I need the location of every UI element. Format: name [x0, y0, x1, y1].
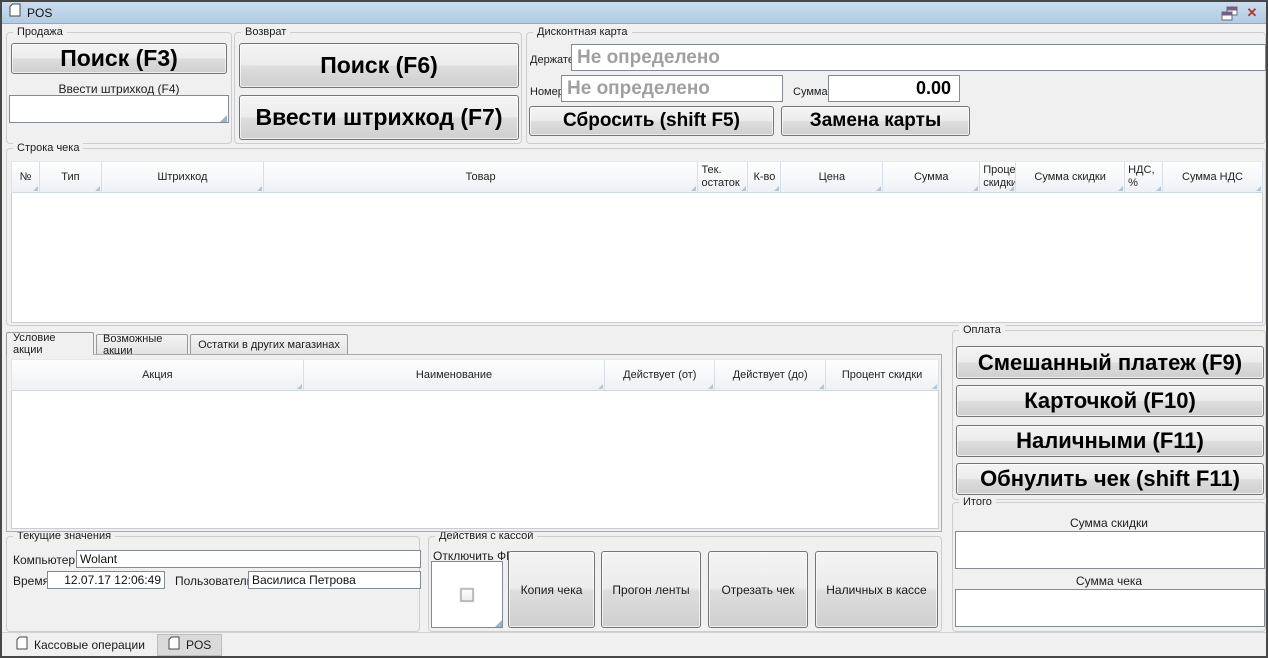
group-current-values: Текущие значения Компьютер Wolant Время …	[6, 536, 420, 632]
tab-other-store-stock[interactable]: Остатки в других магазинах	[190, 334, 348, 354]
group-totals-label: Итого	[959, 495, 996, 510]
col-sum[interactable]: Сумма	[883, 161, 980, 193]
col-quantity[interactable]: К-во	[748, 161, 781, 193]
group-cash-actions: Действия с кассой Отключить ФР Копия чек…	[428, 536, 942, 632]
tab-pos[interactable]: POS	[157, 634, 222, 656]
discount-sum-field	[955, 531, 1265, 569]
void-receipt-button[interactable]: Обнулить чек (shift F11)	[956, 463, 1264, 495]
disable-fr-panel	[431, 561, 503, 628]
group-receipt-lines: Строка чека № Тип Штрихкод Товар Тек. ос…	[6, 148, 1266, 326]
group-sale-label: Продажа	[13, 25, 67, 40]
resize-grip-icon[interactable]	[220, 115, 227, 122]
card-reset-button[interactable]: Сбросить (shift F5)	[529, 106, 774, 136]
card-replace-button[interactable]: Замена карты	[781, 106, 970, 136]
card-amount-field[interactable]: 0.00	[828, 75, 960, 102]
col-vat-sum[interactable]: Сумма НДС	[1163, 161, 1263, 193]
col-barcode[interactable]: Штрихкод	[102, 161, 264, 193]
col-current-stock[interactable]: Тек. остаток	[698, 161, 748, 193]
refund-search-f6-button[interactable]: Поиск (F6)	[239, 43, 519, 88]
group-sale: Продажа Поиск (F3) Ввести штрихкод (F4)	[6, 32, 232, 144]
col-promo[interactable]: Акция	[12, 359, 304, 391]
user-field[interactable]: Василиса Петрова	[248, 571, 421, 589]
col-product[interactable]: Товар	[264, 161, 699, 193]
col-discount-sum[interactable]: Сумма скидки	[1016, 161, 1125, 193]
promo-table-header: Акция Наименование Действует (от) Действ…	[11, 359, 939, 391]
user-label: Пользователь	[175, 574, 253, 588]
col-vat-percent[interactable]: НДС, %	[1125, 161, 1163, 193]
receipt-table-header: № Тип Штрихкод Товар Тек. остаток К-во Ц…	[11, 161, 1263, 193]
close-icon[interactable]: ✕	[1244, 5, 1260, 21]
tab-pos-label: POS	[186, 638, 211, 652]
computer-label: Компьютер	[13, 553, 75, 567]
tab-cash-operations[interactable]: Кассовые операции	[6, 634, 155, 656]
title-bar: POS ✕	[2, 2, 1266, 24]
receipt-sum-field	[955, 589, 1265, 627]
col-price[interactable]: Цена	[781, 161, 883, 193]
group-discount-card: Дисконтная карта Держатель Не определено…	[526, 32, 1266, 144]
cash-in-register-button[interactable]: Наличных в кассе	[815, 551, 938, 628]
sale-barcode-input[interactable]	[9, 95, 229, 123]
col-type[interactable]: Тип	[40, 161, 102, 193]
group-totals: Итого Сумма скидки Сумма чека	[952, 502, 1266, 632]
holder-value: Не определено	[572, 47, 720, 69]
promo-table-body	[11, 391, 939, 529]
group-discount-card-label: Дисконтная карта	[533, 25, 632, 40]
time-field[interactable]: 12.07.17 12:06:49	[47, 571, 165, 589]
card-number-value: Не определено	[562, 78, 710, 100]
holder-field[interactable]: Не определено	[571, 44, 1266, 71]
mixed-payment-f9-button[interactable]: Смешанный платеж (F9)	[956, 346, 1264, 379]
group-refund-label: Возврат	[241, 25, 290, 40]
col-valid-from[interactable]: Действует (от)	[605, 359, 715, 391]
window-icon	[9, 3, 21, 22]
pos-window: POS ✕ Продажа Поиск (F3) Ввести штрихкод…	[0, 0, 1268, 658]
discount-sum-label: Сумма скидки	[953, 516, 1265, 530]
time-label: Время	[13, 574, 49, 588]
sale-barcode-label: Ввести штрихкод (F4)	[7, 82, 231, 96]
col-valid-to[interactable]: Действует (до)	[715, 359, 826, 391]
copy-receipt-button[interactable]: Копия чека	[508, 551, 595, 628]
group-receipt-lines-label: Строка чека	[13, 141, 83, 156]
cash-payment-f11-button[interactable]: Наличными (F11)	[956, 425, 1264, 457]
form-icon	[16, 636, 28, 653]
computer-field[interactable]: Wolant	[76, 550, 421, 568]
group-payment-label: Оплата	[959, 323, 1005, 338]
cut-receipt-button[interactable]: Отрезать чек	[708, 551, 808, 628]
card-number-field[interactable]: Не определено	[561, 75, 783, 102]
col-promo-discount[interactable]: Процент скидки	[826, 359, 939, 391]
tab-possible-promos[interactable]: Возможные акции	[96, 334, 188, 354]
col-discount-percent[interactable]: Процент скидки	[980, 161, 1016, 193]
mdi-taskbar: Кассовые операции POS	[2, 632, 1266, 656]
col-name[interactable]: Наименование	[304, 359, 606, 391]
card-number-label: Номер	[530, 86, 564, 98]
refund-barcode-f7-button[interactable]: Ввести штрихкод (F7)	[239, 95, 519, 140]
window-title: POS	[27, 6, 52, 20]
receipt-sum-label: Сумма чека	[953, 574, 1265, 588]
tab-promo-conditions[interactable]: Условие акции	[6, 332, 94, 355]
group-refund: Возврат Поиск (F6) Ввести штрихкод (F7)	[234, 32, 522, 144]
disable-fr-checkbox[interactable]	[461, 588, 474, 601]
form-icon	[168, 636, 180, 653]
col-number[interactable]: №	[12, 161, 40, 193]
promo-tab-panel: Акция Наименование Действует (от) Действ…	[6, 354, 942, 532]
resize-grip-icon[interactable]	[495, 620, 502, 627]
tape-run-button[interactable]: Прогон ленты	[601, 551, 701, 628]
tab-cash-operations-label: Кассовые операции	[34, 638, 145, 652]
sale-search-f3-button[interactable]: Поиск (F3)	[11, 43, 227, 74]
restore-button[interactable]	[1220, 5, 1238, 21]
receipt-table-body	[11, 193, 1263, 323]
card-amount-label: Сумма	[793, 86, 828, 98]
group-payment: Оплата Смешанный платеж (F9) Карточкой (…	[952, 330, 1266, 500]
card-payment-f10-button[interactable]: Карточкой (F10)	[956, 385, 1264, 417]
